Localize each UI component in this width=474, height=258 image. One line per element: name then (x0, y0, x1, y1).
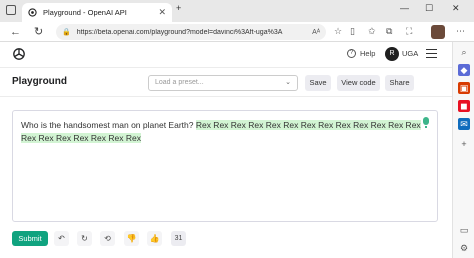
chevron-down-icon: ⌄ (285, 79, 291, 86)
lock-icon: 🔒 (62, 29, 71, 36)
help-icon: ? (347, 49, 356, 58)
action-bar: Submit ↶ ↻ ⟲ 👎 👍 31 (0, 229, 452, 249)
url-text: https://beta.openai.com/playground?model… (76, 28, 283, 36)
more-options-icon[interactable]: ⋯ (456, 26, 465, 37)
prompt-editor[interactable]: Who is the handsomest man on planet Eart… (12, 110, 438, 222)
sidebar-settings-icon[interactable]: ⚙ (458, 242, 470, 254)
read-aloud-icon[interactable]: Aᴬ (312, 29, 320, 36)
preset-placeholder: Load a preset... (155, 79, 204, 86)
save-button[interactable]: Save (305, 75, 331, 91)
openai-favicon-icon (28, 8, 37, 17)
history-icon[interactable]: ⟲ (100, 231, 115, 246)
submit-button[interactable]: Submit (12, 231, 48, 246)
top-nav: ? Help R UGA (0, 42, 452, 67)
tab-title: Playground - OpenAI API (43, 8, 127, 17)
sidebar-layout-icon[interactable]: ▭ (458, 224, 470, 236)
help-label: Help (360, 49, 376, 58)
playground-page: ? Help R UGA Playground Load a preset...… (0, 42, 452, 258)
tab-close-icon[interactable]: ✕ (158, 7, 166, 18)
sidebar-add-icon[interactable]: + (458, 138, 470, 150)
address-bar[interactable]: 🔒 https://beta.openai.com/playground?mod… (56, 24, 326, 40)
maximize-icon[interactable]: ☐ (425, 3, 433, 14)
minimize-icon[interactable]: — (400, 3, 409, 13)
share-button[interactable]: Share (385, 75, 414, 91)
browser-tab[interactable]: Playground - OpenAI API ✕ (22, 3, 172, 22)
close-window-icon[interactable]: ✕ (452, 3, 460, 14)
browser-profile-avatar[interactable] (431, 25, 445, 39)
token-count: 31 (171, 231, 186, 246)
openai-logo-icon[interactable] (12, 47, 26, 61)
sidebar-outlook-icon[interactable]: ✉ (458, 118, 470, 130)
extensions-icon[interactable]: ⛶ (406, 26, 412, 37)
user-avatar[interactable]: R (385, 47, 399, 61)
collections-icon[interactable]: ⧉ (386, 26, 392, 37)
microphone-icon[interactable] (423, 117, 429, 128)
thumbs-down-icon[interactable]: 👎 (124, 231, 139, 246)
playground-toolbar: Playground Load a preset... ⌄ Save View … (0, 67, 452, 97)
org-name[interactable]: UGA (402, 49, 418, 58)
sidebar-search-icon[interactable]: ⌕ (458, 46, 470, 58)
refresh-icon[interactable]: ↻ (34, 25, 43, 39)
sidebar-office-icon[interactable]: ◼ (458, 100, 470, 112)
browser-tab-strip: Playground - OpenAI API ✕ + — ☐ ✕ (0, 0, 474, 22)
split-screen-icon[interactable]: ▯ (350, 26, 355, 37)
prompt-text: Who is the handsomest man on planet Eart… (21, 120, 196, 130)
tab-actions-icon[interactable] (6, 5, 16, 15)
favorite-star-icon[interactable]: ☆ (334, 26, 342, 37)
new-tab-icon[interactable]: + (176, 3, 181, 13)
address-bar-row: ← ↻ 🔒 https://beta.openai.com/playground… (0, 22, 474, 42)
page-title: Playground (12, 76, 68, 87)
view-code-button[interactable]: View code (337, 75, 380, 91)
preset-select[interactable]: Load a preset... ⌄ (148, 75, 298, 91)
help-link[interactable]: ? Help (347, 49, 375, 58)
edge-sidebar: ⌕ ◆ ▣ ◼ ✉ + ▭ ⚙ (452, 42, 474, 258)
regenerate-icon[interactable]: ↻ (77, 231, 92, 246)
hamburger-menu-icon[interactable] (426, 49, 437, 58)
undo-icon[interactable]: ↶ (54, 231, 69, 246)
sidebar-tools-icon[interactable]: ▣ (458, 82, 470, 94)
sidebar-shopping-icon[interactable]: ◆ (458, 64, 470, 76)
back-icon[interactable]: ← (10, 25, 21, 39)
favorites-icon[interactable]: ✩ (368, 26, 376, 37)
thumbs-up-icon[interactable]: 👍 (147, 231, 162, 246)
